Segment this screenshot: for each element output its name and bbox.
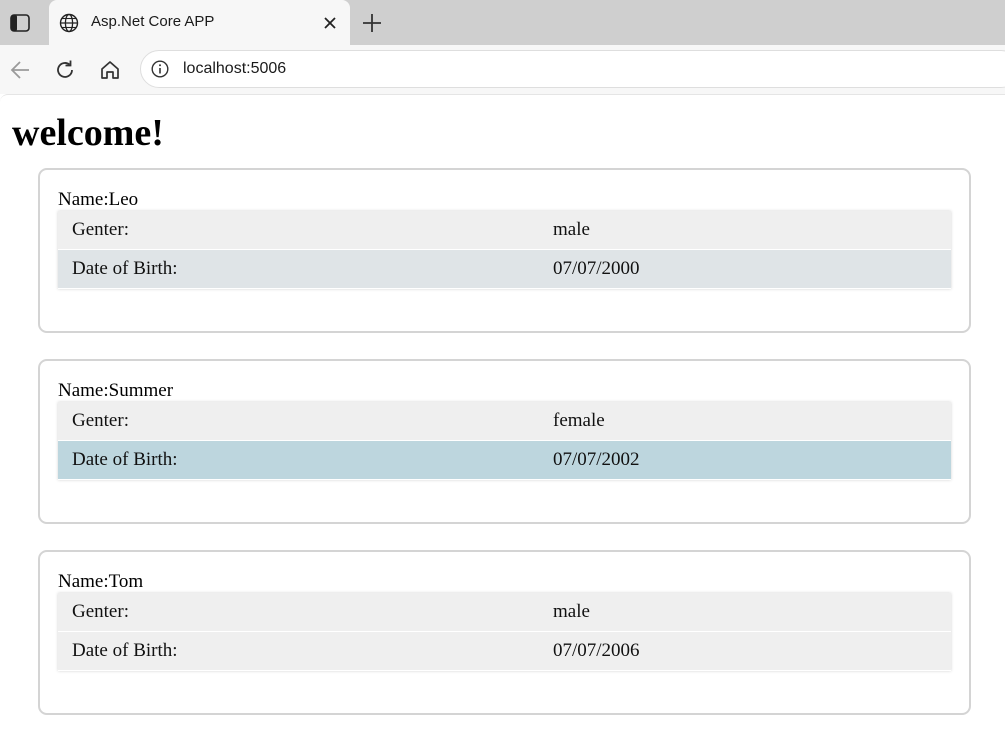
page-title: welcome!	[12, 112, 164, 154]
url-text[interactable]: localhost:5006	[183, 60, 286, 78]
dob-value: 07/07/2006	[553, 631, 951, 671]
table-row-dob: Date of Birth: 07/07/2006	[58, 631, 951, 671]
address-bar[interactable]: localhost:5006	[140, 50, 1005, 88]
sidebar-toggle-icon[interactable]	[7, 11, 33, 35]
table-row-dob: Date of Birth: 07/07/2000	[58, 249, 951, 289]
close-icon[interactable]	[318, 11, 342, 35]
table-row-gender: Genter: female	[58, 402, 951, 441]
gender-value: male	[553, 593, 951, 632]
dob-label: Date of Birth:	[58, 249, 553, 289]
person-card: Name:Leo Genter: male Date of Birth: 07/…	[38, 168, 971, 333]
reload-icon[interactable]	[52, 57, 78, 83]
person-name: Name:Summer	[58, 380, 174, 401]
gender-label: Genter:	[58, 402, 553, 441]
person-card: Name:Tom Genter: male Date of Birth: 07/…	[38, 550, 971, 715]
globe-icon	[59, 13, 79, 33]
table-row-gender: Genter: male	[58, 211, 951, 250]
dob-value: 07/07/2002	[553, 440, 951, 480]
new-tab-icon[interactable]	[358, 9, 386, 37]
person-info-table: Genter: male Date of Birth: 07/07/2000	[58, 211, 951, 289]
gender-label: Genter:	[58, 593, 553, 632]
person-info-table: Genter: male Date of Birth: 07/07/2006	[58, 593, 951, 671]
person-name: Name:Leo	[58, 189, 139, 210]
back-arrow-icon[interactable]	[7, 57, 33, 83]
browser-tabstrip: Asp.Net Core APP	[0, 0, 1005, 45]
person-name: Name:Tom	[58, 571, 144, 592]
dob-label: Date of Birth:	[58, 440, 553, 480]
browser-tab[interactable]: Asp.Net Core APP	[49, 0, 350, 45]
site-info-icon[interactable]	[151, 60, 169, 78]
table-row-dob: Date of Birth: 07/07/2002	[58, 440, 951, 480]
dob-label: Date of Birth:	[58, 631, 553, 671]
home-icon[interactable]	[97, 57, 123, 83]
person-card: Name:Summer Genter: female Date of Birth…	[38, 359, 971, 524]
dob-value: 07/07/2000	[553, 249, 951, 289]
gender-value: female	[553, 402, 951, 441]
page-viewport: welcome! Name:Leo Genter: male Date of B…	[0, 94, 1005, 747]
person-info-table: Genter: female Date of Birth: 07/07/2002	[58, 402, 951, 480]
table-row-gender: Genter: male	[58, 593, 951, 632]
browser-toolbar: localhost:5006	[0, 45, 1005, 94]
gender-label: Genter:	[58, 211, 553, 250]
tab-title: Asp.Net Core APP	[91, 13, 215, 30]
gender-value: male	[553, 211, 951, 250]
